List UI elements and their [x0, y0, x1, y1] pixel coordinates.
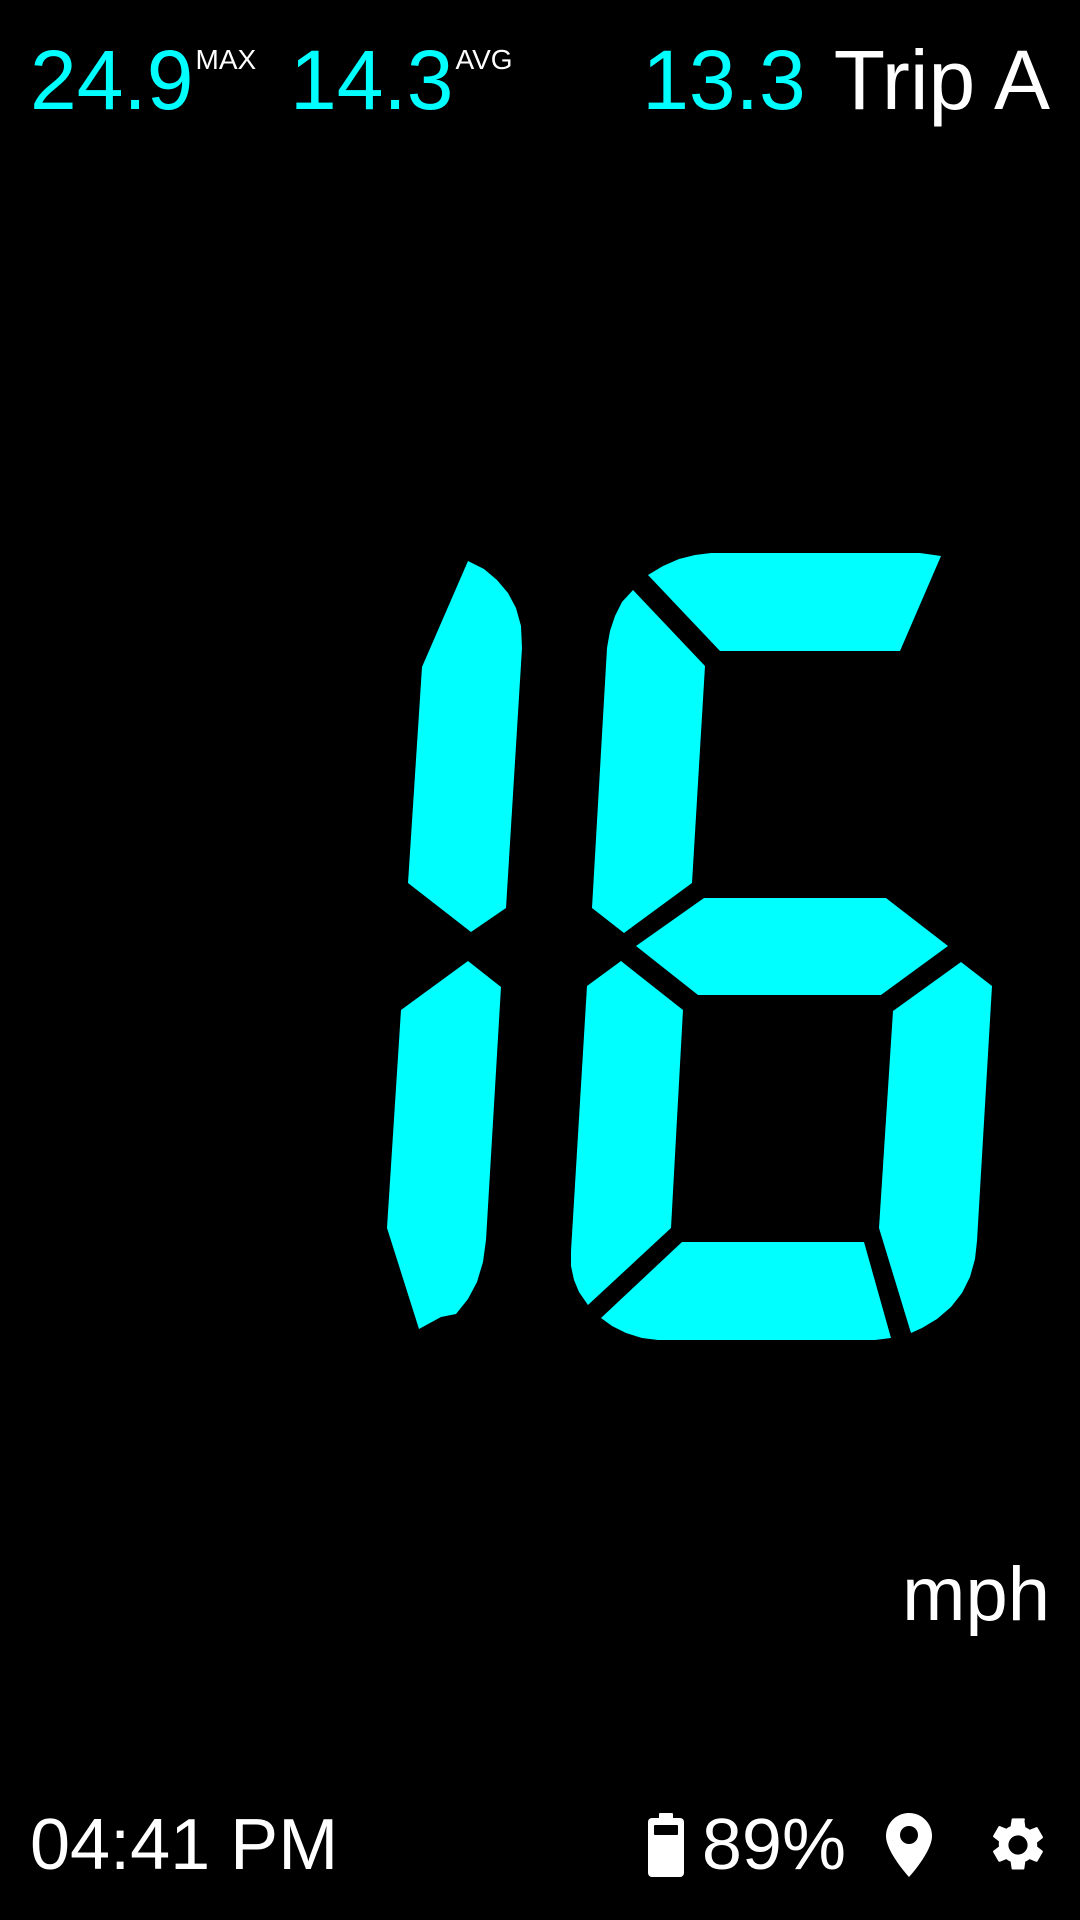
digit-1-segment-lower-right [387, 961, 501, 1329]
digit-6-segment-upper-left [592, 590, 705, 933]
speed-unit: mph [902, 1552, 1050, 1637]
speedometer-screen: 24.9MAX 14.3AVG 13.3Trip A 16 mph 04:41 … [0, 0, 1080, 1920]
clock-time: 04:41 PM [30, 1805, 339, 1885]
gear-icon[interactable] [986, 1813, 1050, 1877]
digit-6-segment-lower-left [571, 961, 683, 1305]
digit-6-segment-lower-right [879, 962, 992, 1333]
bottom-status-bar: 04:41 PM 89% [30, 1790, 1050, 1900]
digit-6-segment-bottom [601, 1242, 891, 1340]
digit-1-segment-upper-right [408, 561, 522, 932]
battery-icon [647, 1813, 684, 1877]
battery-percentage: 89% [701, 1805, 846, 1885]
status-group: 89% [647, 1790, 1050, 1900]
digit-6-segment-middle [636, 898, 948, 995]
location-pin-icon[interactable] [886, 1813, 932, 1877]
digit-6-segment-top [648, 553, 941, 651]
